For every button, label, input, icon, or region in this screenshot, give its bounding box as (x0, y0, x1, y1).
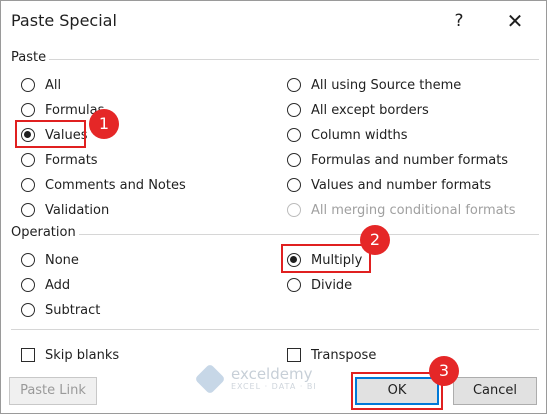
help-button[interactable]: ? (445, 7, 473, 35)
paste-formulas-number-formats-option[interactable]: Formulas and number formats (287, 150, 508, 170)
option-label: Validation (45, 202, 110, 218)
radio-button[interactable] (287, 78, 301, 92)
dialog-title: Paste Special (11, 11, 117, 30)
option-label: All (45, 77, 62, 93)
skip-blanks-option[interactable]: Skip blanks (21, 345, 119, 365)
operation-divide-option[interactable]: Divide (287, 275, 352, 295)
operation-section-label: Operation (11, 225, 76, 240)
step-badge-1: 1 (89, 109, 119, 139)
option-label: Divide (311, 277, 353, 293)
option-label: Formulas and number formats (311, 152, 509, 168)
option-label: All merging conditional formats (311, 202, 516, 218)
operation-add-option[interactable]: Add (21, 275, 70, 295)
option-label: Formats (45, 152, 98, 168)
operation-subtract-option[interactable]: Subtract (21, 300, 100, 320)
radio-button[interactable] (21, 278, 35, 292)
operation-divider (79, 234, 539, 235)
option-label: Values and number formats (311, 177, 492, 193)
watermark-tagline: EXCEL · DATA · BI (231, 382, 317, 391)
option-label: Comments and Notes (45, 177, 186, 193)
checkbox[interactable] (21, 348, 35, 362)
option-label: All except borders (311, 102, 429, 118)
radio-button[interactable] (287, 178, 301, 192)
radio-button[interactable] (21, 103, 35, 117)
cancel-button[interactable]: Cancel (453, 377, 537, 405)
step-badge-3: 3 (429, 356, 459, 386)
radio-button[interactable] (21, 178, 35, 192)
multiply-highlight (281, 244, 371, 273)
paste-section-label: Paste (11, 50, 47, 65)
radio-button[interactable] (21, 78, 35, 92)
values-highlight (15, 120, 86, 148)
radio-button[interactable] (21, 203, 35, 217)
paste-divider (49, 59, 539, 60)
paste-validation-option[interactable]: Validation (21, 200, 109, 220)
option-label: Transpose (311, 347, 377, 363)
watermark-name: exceldemy (231, 365, 313, 383)
paste-all-source-theme-option[interactable]: All using Source theme (287, 75, 461, 95)
paste-all-option[interactable]: All (21, 75, 61, 95)
operation-none-option[interactable]: None (21, 250, 79, 270)
paste-column-widths-option[interactable]: Column widths (287, 125, 408, 145)
ok-highlight (351, 372, 443, 410)
exceldemy-watermark: exceldemy EXCEL · DATA · BI (194, 363, 317, 395)
option-label: None (45, 252, 79, 268)
radio-button[interactable] (21, 253, 35, 267)
options-divider (11, 329, 539, 330)
radio-button-disabled (287, 203, 301, 217)
radio-button[interactable] (287, 278, 301, 292)
close-button[interactable]: ✕ (501, 7, 529, 35)
exceldemy-logo-icon (194, 363, 226, 395)
transpose-option[interactable]: Transpose (287, 345, 376, 365)
paste-comments-option[interactable]: Comments and Notes (21, 175, 186, 195)
radio-button[interactable] (287, 128, 301, 142)
paste-all-merging-option: All merging conditional formats (287, 200, 515, 220)
step-badge-2: 2 (360, 225, 390, 255)
radio-button[interactable] (287, 103, 301, 117)
checkbox[interactable] (287, 348, 301, 362)
option-label: Column widths (311, 127, 408, 143)
radio-button[interactable] (21, 303, 35, 317)
paste-all-except-borders-option[interactable]: All except borders (287, 100, 429, 120)
option-label: Subtract (45, 302, 101, 318)
option-label: Skip blanks (45, 347, 120, 363)
option-label: Add (45, 277, 71, 293)
title-bar: Paste Special ? ✕ (1, 1, 546, 41)
paste-formats-option[interactable]: Formats (21, 150, 98, 170)
radio-button[interactable] (287, 153, 301, 167)
paste-link-button: Paste Link (9, 377, 97, 405)
option-label: All using Source theme (311, 77, 462, 93)
radio-button[interactable] (21, 153, 35, 167)
paste-special-dialog: Paste Special ? ✕ Paste All Formulas Val… (0, 0, 547, 414)
paste-values-number-formats-option[interactable]: Values and number formats (287, 175, 491, 195)
